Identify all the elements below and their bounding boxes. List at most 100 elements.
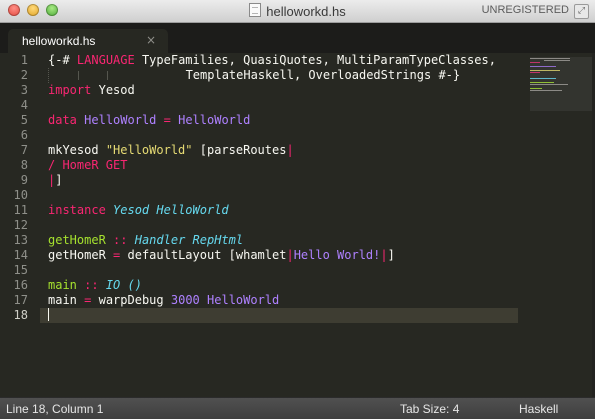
minimap-line <box>530 66 556 67</box>
line-number: 15 <box>13 263 28 277</box>
code-line-1: {-# LANGUAGE TypeFamilies, QuasiQuotes, … <box>48 53 518 68</box>
instance-type: HelloWorld <box>156 203 229 217</box>
current-line-number: 18 <box>13 308 28 322</box>
line-number-gutter: 1 2 3 4 5 6 7 8 9 10 11 12 13 14 15 16 1… <box>0 53 40 397</box>
function-call: warpDebug <box>98 293 164 307</box>
code-line-18-current <box>40 308 518 323</box>
pragma-keyword: LANGUAGE <box>76 53 135 67</box>
code-line-2: TemplateHaskell, OverloadedStrings #-} <box>48 68 518 83</box>
line-number: 1 <box>20 53 28 67</box>
status-bar: Line 18, Column 1 Tab Size: 4 Haskell <box>0 397 595 419</box>
type-name: RepHtml <box>192 233 244 247</box>
quasiquote-bar: | <box>380 248 388 262</box>
type-name: HelloWorld <box>84 113 157 127</box>
number-literal: 3000 <box>170 293 200 307</box>
unit-type: () <box>127 278 142 292</box>
pragma-extensions: TypeFamilies, QuasiQuotes, MultiParamTyp… <box>141 53 496 67</box>
minimap-line <box>530 58 570 59</box>
line-number: 2 <box>20 68 28 82</box>
module-name: Yesod <box>98 83 135 97</box>
minimap-line <box>544 60 570 61</box>
code-line-8: / HomeR GET <box>48 158 518 173</box>
line-number: 16 <box>13 278 28 292</box>
minimap[interactable] <box>530 53 592 113</box>
function-name: getHomeR <box>48 233 106 247</box>
minimap-line <box>530 82 554 83</box>
quasiquote-bar: | <box>286 248 294 262</box>
line-number: 6 <box>20 128 28 142</box>
type-signature-operator: :: <box>84 278 99 292</box>
code-area[interactable]: {-# LANGUAGE TypeFamilies, QuasiQuotes, … <box>40 53 518 397</box>
line-number: 9 <box>20 173 28 187</box>
function-name: main <box>48 278 77 292</box>
code-line-7: mkYesod "HelloWorld" [parseRoutes| <box>48 143 518 158</box>
line-number: 10 <box>13 188 28 202</box>
minimap-line <box>530 88 542 89</box>
line-number: 12 <box>13 218 28 232</box>
code-line-5: data HelloWorld = HelloWorld <box>48 113 518 128</box>
tab-bar: helloworkd.hs × <box>0 23 595 53</box>
route-definition: / HomeR GET <box>48 158 128 172</box>
type-signature-operator: :: <box>113 233 128 247</box>
equals-operator: = <box>84 293 92 307</box>
quasiquote-open: [parseRoutes <box>199 143 287 157</box>
line-number: 11 <box>13 203 28 217</box>
line-number: 5 <box>20 113 28 127</box>
minimap-line <box>530 72 540 73</box>
line-number: 3 <box>20 83 28 97</box>
pragma-open: {-# <box>48 53 70 67</box>
quasiquote-close: ] <box>55 173 63 187</box>
type-name: Handler <box>134 233 186 247</box>
minimap-line <box>530 90 562 91</box>
tab-close-icon[interactable]: × <box>146 33 156 47</box>
string-literal: "HelloWorld" <box>105 143 193 157</box>
keyword-import: import <box>48 83 92 97</box>
type-name: IO <box>105 278 121 292</box>
code-line-13: getHomeR :: Handler RepHtml <box>48 233 518 248</box>
code-line-16: main :: IO () <box>48 278 518 293</box>
line-number: 13 <box>13 233 28 247</box>
function-name: main <box>48 293 77 307</box>
function-name: mkYesod <box>48 143 99 157</box>
title-bar: helloworkd.hs UNREGISTERED ⤢ <box>0 0 595 23</box>
keyword-data: data <box>48 113 77 127</box>
code-line-9: |] <box>48 173 518 188</box>
code-line-17: main = warpDebug 3000 HelloWorld <box>48 293 518 308</box>
tab-helloworkd[interactable]: helloworkd.hs × <box>8 29 168 53</box>
minimap-line <box>530 84 568 85</box>
minimap-line <box>530 70 560 71</box>
minimap-line <box>530 78 556 79</box>
pragma-extensions-cont: TemplateHaskell, OverloadedStrings #-} <box>185 68 461 82</box>
line-number: 7 <box>20 143 28 157</box>
fullscreen-icon[interactable]: ⤢ <box>574 4 589 19</box>
tab-label: helloworkd.hs <box>22 34 96 48</box>
tab-size-selector[interactable]: Tab Size: 4 <box>400 402 459 416</box>
text-cursor <box>48 308 49 321</box>
indent-guide <box>48 68 135 83</box>
document-icon <box>249 3 262 17</box>
equals-operator: = <box>113 248 121 262</box>
equals-operator: = <box>163 113 171 127</box>
keyword-instance: instance <box>48 203 106 217</box>
syntax-selector[interactable]: Haskell <box>519 402 558 416</box>
quasiquote-close: ] <box>387 248 395 262</box>
function-name: getHomeR <box>48 248 106 262</box>
editor-pane[interactable]: 1 2 3 4 5 6 7 8 9 10 11 12 13 14 15 16 1… <box>0 53 595 397</box>
window-title: helloworkd.hs <box>266 4 346 19</box>
quasiquote-content: Hello World! <box>293 248 381 262</box>
line-number: 17 <box>13 293 28 307</box>
line-number: 14 <box>13 248 28 262</box>
line-number: 8 <box>20 158 28 172</box>
class-name: Yesod <box>113 203 150 217</box>
constructor-name: HelloWorld <box>207 293 280 307</box>
code-line-3: import Yesod <box>48 83 518 98</box>
minimap-line <box>530 62 540 63</box>
quasiquote-bar: | <box>286 143 294 157</box>
line-number: 4 <box>20 98 28 112</box>
code-line-14: getHomeR = defaultLayout [whamlet|Hello … <box>48 248 518 263</box>
